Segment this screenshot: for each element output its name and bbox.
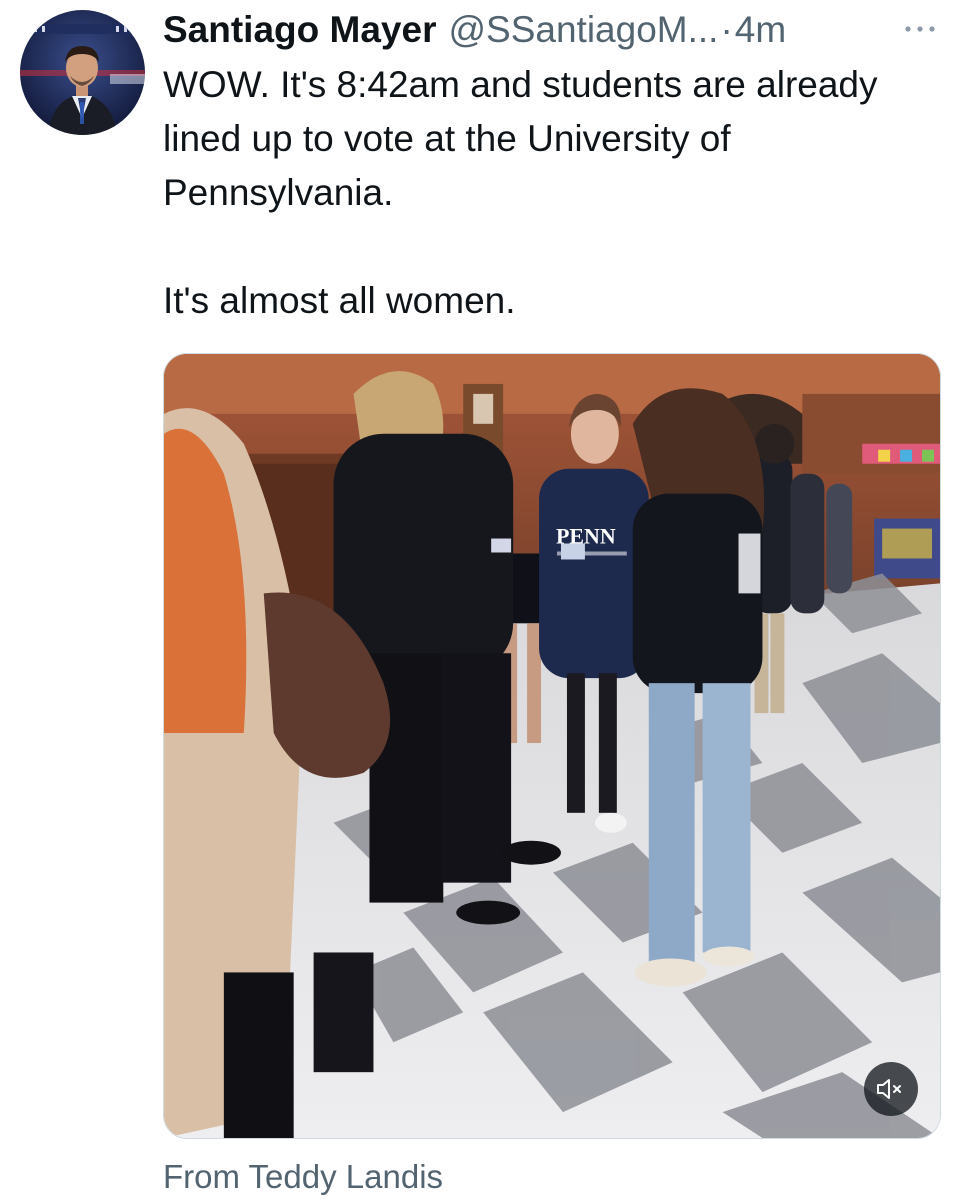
- author-handle[interactable]: @SSantiagoM...: [448, 9, 718, 51]
- tweet-text: WOW. It's 8:42am and students are alread…: [163, 64, 878, 321]
- author-avatar[interactable]: [20, 10, 145, 135]
- video-frame: PENN: [164, 354, 940, 1138]
- tweet-video[interactable]: PENN: [163, 353, 941, 1139]
- media-attribution-link[interactable]: From Teddy Landis: [163, 1158, 443, 1196]
- more-options-button[interactable]: [900, 14, 940, 44]
- more-horizontal-icon: [905, 26, 935, 32]
- tweet-timestamp[interactable]: 4m: [735, 9, 786, 51]
- avatar-image: [20, 10, 145, 135]
- tweet-header: Santiago Mayer @SSantiagoM... · 4m: [163, 6, 943, 54]
- header-separator: ·: [720, 9, 733, 50]
- speaker-muted-icon: [877, 1079, 901, 1099]
- author-display-name[interactable]: Santiago Mayer: [163, 9, 436, 51]
- mute-toggle-button[interactable]: [864, 1062, 918, 1116]
